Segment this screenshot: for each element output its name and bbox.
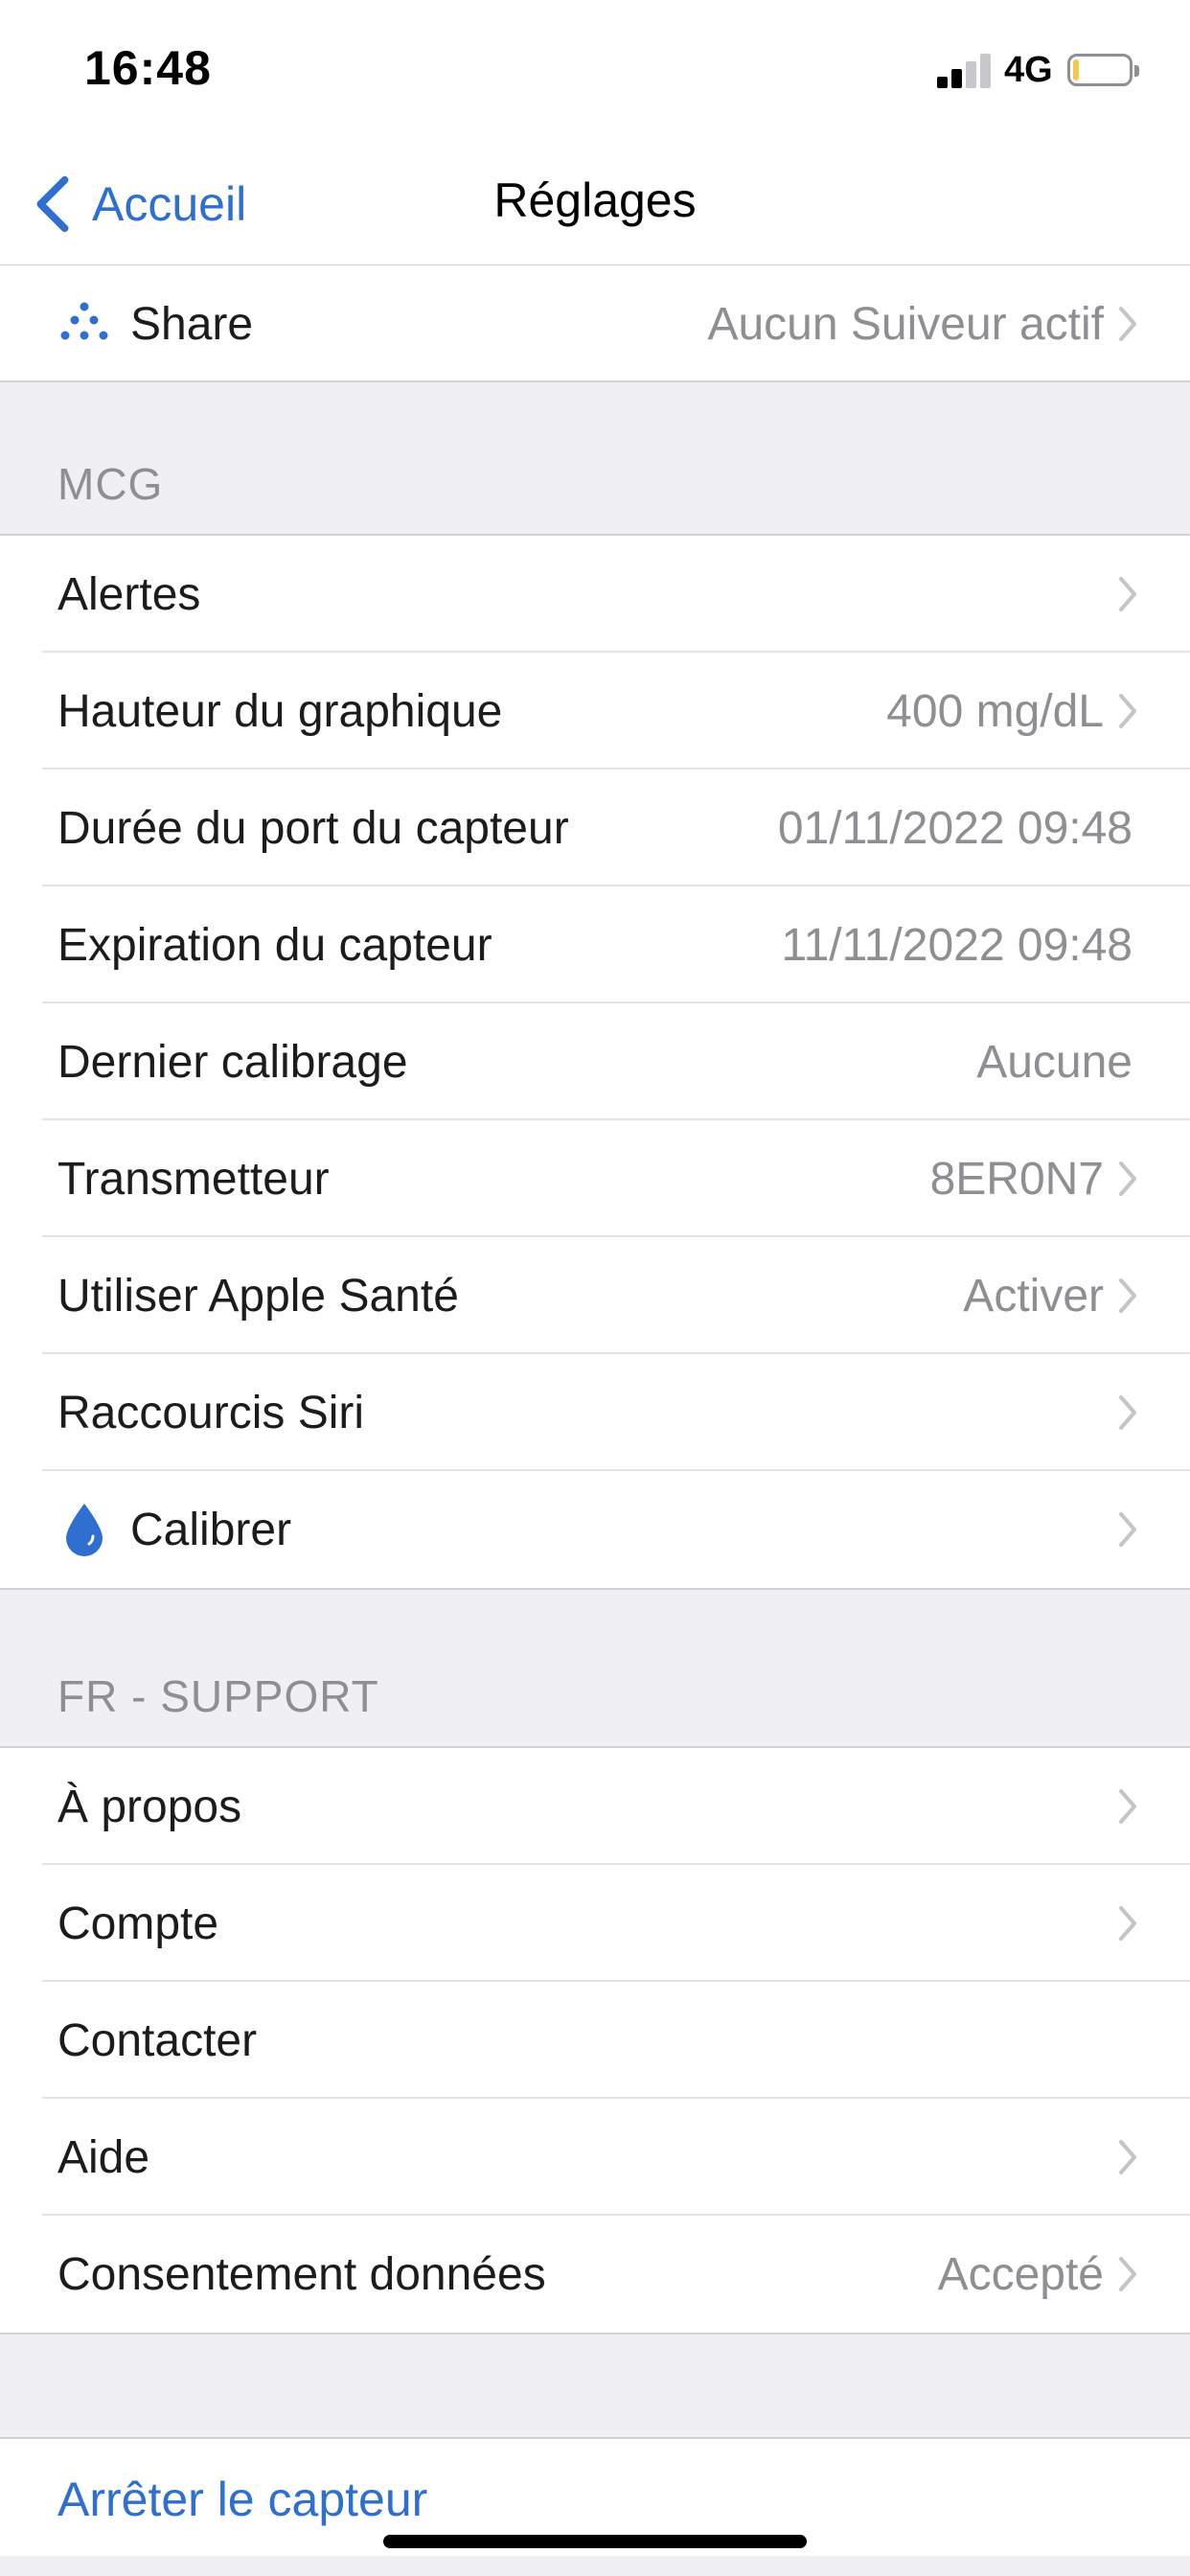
row-duree-port: Durée du port du capteur 01/11/2022 09:4… bbox=[0, 770, 1190, 886]
chevron-right-icon bbox=[1119, 2140, 1136, 2174]
chevron-right-icon bbox=[1119, 1162, 1136, 1196]
row-value: 11/11/2022 09:48 bbox=[781, 919, 1133, 971]
page-title: Réglages bbox=[493, 173, 697, 227]
row-label: Aide bbox=[57, 2131, 150, 2183]
row-label: À propos bbox=[57, 1781, 242, 1832]
row-value: Activer bbox=[963, 1270, 1104, 1322]
chevron-right-icon bbox=[1119, 1789, 1136, 1824]
row-apple-sante[interactable]: Utiliser Apple Santé Activer bbox=[0, 1237, 1190, 1354]
row-value: Aucune bbox=[976, 1036, 1133, 1088]
row-label: Contacter bbox=[57, 2014, 258, 2066]
row-label: Dernier calibrage bbox=[57, 1036, 408, 1088]
row-value: 01/11/2022 09:48 bbox=[777, 802, 1133, 854]
cellular-signal-icon bbox=[937, 54, 993, 88]
chevron-right-icon bbox=[1119, 694, 1136, 728]
chevron-right-icon bbox=[1119, 1512, 1136, 1547]
row-value: Accepté bbox=[937, 2248, 1104, 2300]
stop-sensor-label: Arrêter le capteur bbox=[57, 2472, 428, 2526]
chevron-right-icon bbox=[1119, 1395, 1136, 1430]
blood-drop-icon bbox=[57, 1503, 111, 1556]
row-a-propos[interactable]: À propos bbox=[0, 1748, 1190, 1865]
row-label: Raccourcis Siri bbox=[57, 1387, 365, 1438]
row-label: Transmetteur bbox=[57, 1153, 330, 1205]
status-bar: 16:48 4G bbox=[0, 0, 1190, 144]
chevron-right-icon bbox=[1119, 577, 1136, 611]
section-header-support: FR - SUPPORT bbox=[57, 1671, 379, 1721]
row-calibrer[interactable]: Calibrer bbox=[0, 1471, 1190, 1588]
row-compte[interactable]: Compte bbox=[0, 1865, 1190, 1982]
share-dots-icon bbox=[57, 297, 111, 351]
row-value: 400 mg/dL bbox=[886, 685, 1104, 737]
row-aide[interactable]: Aide bbox=[0, 2099, 1190, 2216]
row-hauteur-graphique[interactable]: Hauteur du graphique 400 mg/dL bbox=[0, 653, 1190, 770]
row-consentement-donnees[interactable]: Consentement données Accepté bbox=[0, 2216, 1190, 2333]
row-contacter[interactable]: Contacter bbox=[0, 1982, 1190, 2099]
chevron-right-icon bbox=[1119, 2257, 1136, 2291]
chevron-right-icon bbox=[1119, 1906, 1136, 1941]
row-label: Alertes bbox=[57, 568, 201, 620]
row-dernier-calibrage: Dernier calibrage Aucune bbox=[0, 1003, 1190, 1120]
status-time: 16:48 bbox=[84, 41, 212, 95]
row-label: Durée du port du capteur bbox=[57, 802, 569, 854]
share-label: Share bbox=[130, 298, 254, 350]
battery-icon bbox=[1067, 54, 1139, 86]
row-alertes[interactable]: Alertes bbox=[0, 536, 1190, 653]
row-label: Compte bbox=[57, 1898, 219, 1949]
share-value: Aucun Suiveur actif bbox=[707, 298, 1104, 350]
row-value: 8ER0N7 bbox=[929, 1153, 1104, 1205]
row-label: Utiliser Apple Santé bbox=[57, 1270, 459, 1322]
row-expiration-capteur: Expiration du capteur 11/11/2022 09:48 bbox=[0, 886, 1190, 1003]
share-row[interactable]: Share Aucun Suiveur actif bbox=[0, 265, 1190, 382]
chevron-right-icon bbox=[1119, 307, 1136, 341]
chevron-right-icon bbox=[1119, 1278, 1136, 1313]
row-label: Expiration du capteur bbox=[57, 919, 492, 971]
row-raccourcis-siri[interactable]: Raccourcis Siri bbox=[0, 1354, 1190, 1471]
row-label: Calibrer bbox=[130, 1504, 292, 1555]
row-label: Hauteur du graphique bbox=[57, 685, 503, 737]
home-indicator[interactable] bbox=[383, 2535, 807, 2548]
row-label: Consentement données bbox=[57, 2248, 546, 2300]
section-header-mcg: MCG bbox=[57, 459, 164, 509]
row-transmetteur[interactable]: Transmetteur 8ER0N7 bbox=[0, 1120, 1190, 1237]
navigation-bar: Accueil Réglages bbox=[0, 144, 1190, 265]
network-type: 4G bbox=[1004, 50, 1053, 90]
